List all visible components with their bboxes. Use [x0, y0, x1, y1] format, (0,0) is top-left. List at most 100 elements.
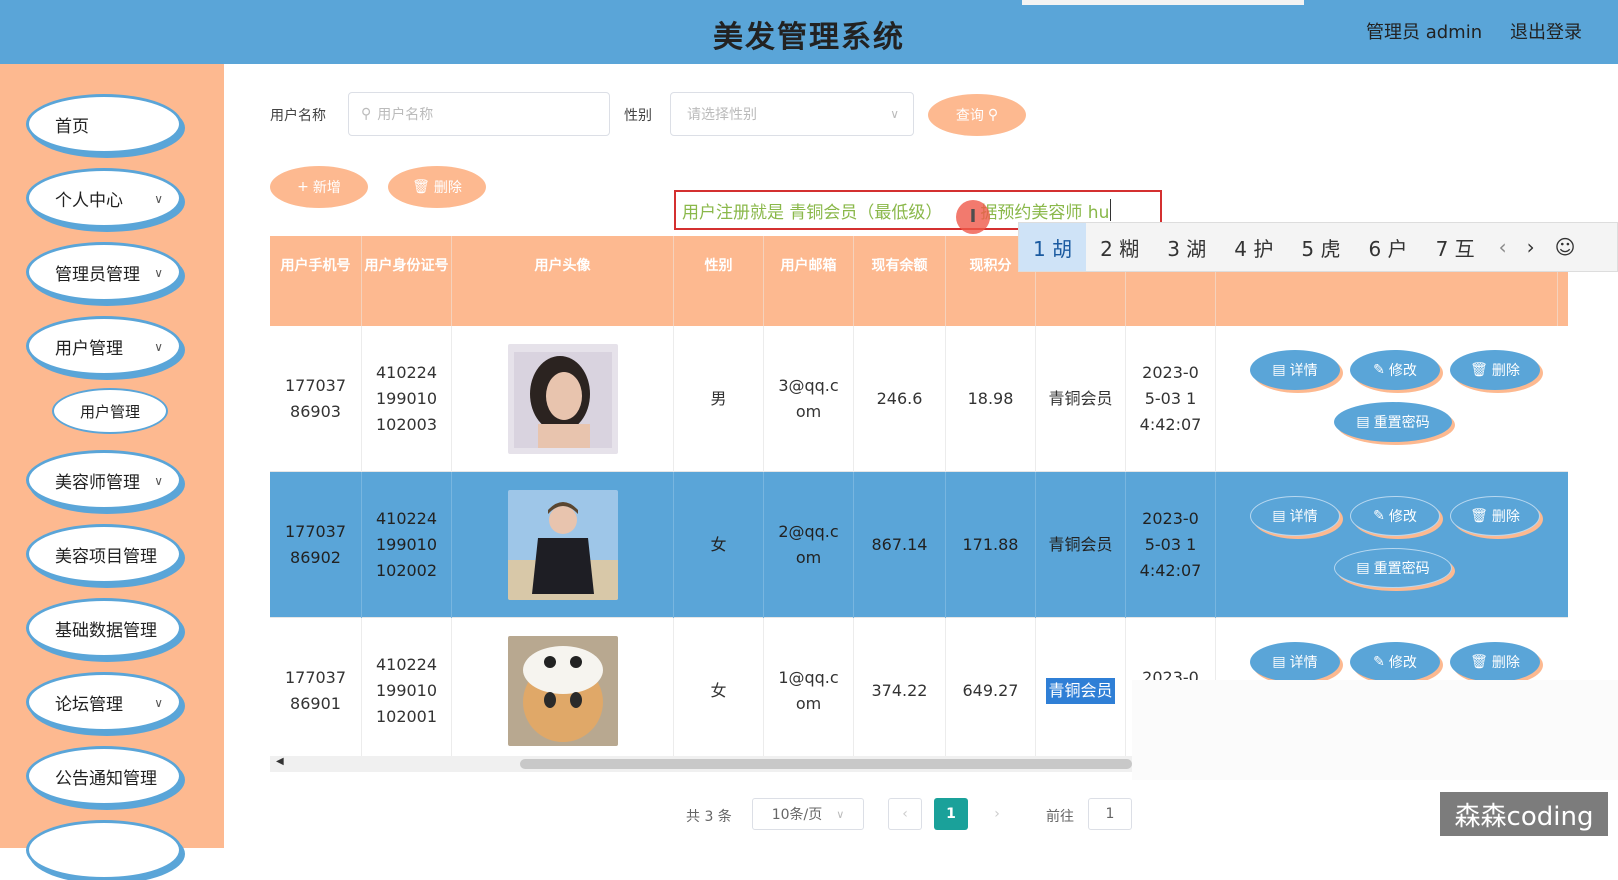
delete-label: 删除 [1491, 655, 1520, 671]
edit-button[interactable]: ✎ 修改 [1350, 496, 1440, 536]
ime-candidate[interactable]: 3 湖 [1153, 223, 1220, 271]
delete-button[interactable]: 🗑 删除 [1450, 350, 1540, 390]
sidebar: 首页 个人中心 ∨ 管理员管理 ∨ 用户管理 ∨ 用户管理 美容师管理 ∨ 美容项目管理… [0, 64, 224, 880]
phone-value: 17703786901 [284, 668, 347, 713]
table-row[interactable]: 17703786903 410224199010102003 男 3@qq.co… [270, 326, 1568, 472]
delete-button[interactable]: 🗑 删除 [1450, 496, 1540, 536]
avatar [507, 490, 618, 600]
col-id-card[interactable]: 用户身份证号 [362, 236, 452, 326]
col-phone[interactable]: 用户手机号 [270, 236, 362, 326]
emoji-icon[interactable]: ☺ [1545, 235, 1586, 259]
query-button[interactable]: 查询 ⚲ [928, 94, 1026, 136]
trash-icon: 🗑 [1470, 362, 1488, 378]
edit-button[interactable]: ✎ 修改 [1350, 350, 1440, 390]
ime-candidate[interactable]: 2 糊 [1086, 223, 1153, 271]
phone-value: 17703786903 [284, 376, 347, 421]
sidebar-item-base-data-management[interactable]: 基础数据管理 [26, 598, 182, 658]
id-card-value: 410224199010102003 [375, 363, 438, 434]
avatar [507, 344, 618, 454]
time-value: 2023-05-03 14:42:07 [1139, 363, 1202, 434]
cell-avatar [452, 326, 674, 472]
sidebar-item-label: 美容师管理 [55, 472, 140, 493]
search-icon: ⚲ [987, 107, 999, 123]
gender-label: 性别 [624, 108, 652, 124]
chevron-down-icon: ∨ [154, 696, 163, 710]
chevron-down-icon: ∨ [154, 266, 163, 280]
sidebar-item-forum-management[interactable]: 论坛管理 ∨ [26, 672, 182, 732]
cell-phone: 17703786902 [270, 472, 362, 618]
cell-gender: 男 [674, 326, 764, 472]
gender-select[interactable]: 请选择性别 ∨ [670, 92, 914, 136]
ime-candidate[interactable]: 6 户 [1354, 223, 1421, 271]
chevron-right-icon: › [994, 806, 1000, 822]
page-size-select[interactable]: 10条/页 ∨ [752, 798, 864, 830]
reset-label: 重置密码 [1373, 415, 1430, 431]
email-value: 3@qq.com [778, 376, 839, 421]
scrollbar-thumb[interactable] [520, 759, 1132, 769]
bulk-delete-button[interactable]: 🗑 删除 [388, 166, 486, 208]
annotation-text-after: 据预约美容师 hu [980, 202, 1110, 223]
sidebar-item-label: 用户管理 [55, 338, 123, 359]
sidebar-item-more[interactable] [26, 820, 182, 880]
plus-icon: + [297, 179, 309, 195]
detail-button[interactable]: ▤ 详情 [1250, 350, 1340, 390]
delete-button[interactable]: 🗑 删除 [1450, 642, 1540, 682]
cell-balance: 374.22 [854, 618, 946, 764]
chevron-right-icon[interactable]: › [1517, 235, 1545, 259]
cell-phone: 17703786903 [270, 326, 362, 472]
search-icon: ⚲ [361, 106, 372, 122]
sidebar-item-beauty-project-management[interactable]: 美容项目管理 [26, 524, 182, 584]
text-cursor-icon: I [956, 200, 990, 234]
total-count: 共 3 条 [686, 809, 732, 825]
sidebar-subitem-user-management[interactable]: 用户管理 [52, 388, 168, 434]
col-gender[interactable]: 性别 [674, 236, 764, 326]
cell-points: 171.88 [946, 472, 1036, 618]
time-value: 2023-05-03 14:42:07 [1139, 509, 1202, 580]
chevron-down-icon: ∨ [154, 474, 163, 488]
blurred-overlay [1132, 680, 1618, 780]
username-search-input[interactable]: ⚲ 用户名称 [348, 92, 610, 136]
sidebar-item-notice-management[interactable]: 公告通知管理 [26, 746, 182, 806]
table-row[interactable]: 17703786902 410224199010102002 女 2@qq.co… [270, 472, 1568, 618]
sidebar-item-admin-management[interactable]: 管理员管理 ∨ [26, 242, 182, 302]
reset-password-button[interactable]: ▤ 重置密码 [1334, 402, 1452, 442]
edit-button[interactable]: ✎ 修改 [1350, 642, 1440, 682]
delete-button-label: 删除 [433, 180, 462, 196]
ime-candidate[interactable]: 4 护 [1220, 223, 1287, 271]
cell-email: 1@qq.com [764, 618, 854, 764]
sidebar-item-label: 基础数据管理 [55, 620, 157, 641]
next-page-button[interactable]: › [980, 798, 1014, 830]
document-icon: ▤ [1272, 654, 1286, 670]
cell-level: 青铜会员 [1036, 618, 1126, 764]
sidebar-item-beautician-management[interactable]: 美容师管理 ∨ [26, 450, 182, 510]
chevron-left-icon[interactable]: ‹ [1489, 235, 1517, 259]
sidebar-item-user-management[interactable]: 用户管理 ∨ [26, 316, 182, 376]
col-email[interactable]: 用户邮箱 [764, 236, 854, 326]
table-horizontal-scrollbar[interactable]: ◀ [270, 756, 1132, 772]
cell-gender: 女 [674, 618, 764, 764]
detail-button[interactable]: ▤ 详情 [1250, 642, 1340, 682]
current-page[interactable]: 1 [934, 798, 968, 830]
ime-candidate[interactable]: 1 胡 [1019, 223, 1087, 271]
cell-level: 青铜会员 [1036, 326, 1126, 472]
logout-link[interactable]: 退出登录 [1510, 18, 1582, 44]
level-value-selected: 青铜会员 [1046, 678, 1115, 704]
sidebar-item-personal-center[interactable]: 个人中心 ∨ [26, 168, 182, 228]
document-icon: ▤ [1272, 362, 1286, 378]
col-balance[interactable]: 现有余额 [854, 236, 946, 326]
ime-candidate[interactable]: 5 虎 [1287, 223, 1354, 271]
sidebar-item-home[interactable]: 首页 [26, 94, 182, 154]
watermark: 森森coding [1440, 792, 1608, 836]
reset-password-button[interactable]: ▤ 重置密码 [1334, 548, 1452, 588]
window-top-strip [1022, 0, 1304, 5]
ime-candidate[interactable]: 7 互 [1422, 223, 1489, 271]
cell-avatar [452, 618, 674, 764]
scroll-left-icon[interactable]: ◀ [276, 756, 284, 767]
prev-page-button[interactable]: ‹ [888, 798, 922, 830]
detail-button[interactable]: ▤ 详情 [1250, 496, 1340, 536]
col-avatar[interactable]: 用户头像 [452, 236, 674, 326]
edit-label: 修改 [1388, 509, 1417, 525]
goto-page-input[interactable]: 1 [1088, 798, 1132, 830]
sidebar-item-label: 美容项目管理 [55, 546, 157, 567]
add-button[interactable]: + 新增 [270, 166, 368, 208]
